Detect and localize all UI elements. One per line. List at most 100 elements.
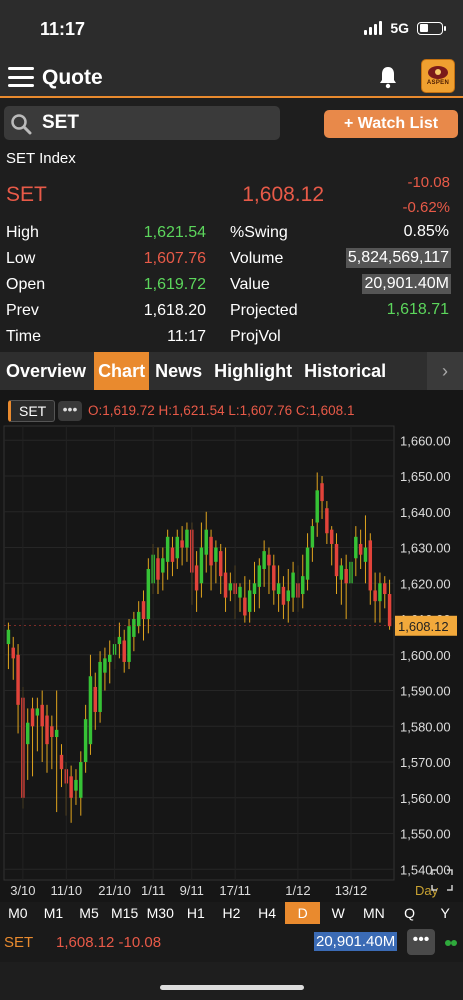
candle-body xyxy=(146,568,151,620)
label-low: Low xyxy=(6,250,36,267)
quote-row-low: Low 1,607.76 Volume 5,824,569,117 xyxy=(0,247,463,273)
value-high: 1,621.54 xyxy=(143,224,206,241)
candle-body xyxy=(127,626,131,662)
candle-body xyxy=(69,776,73,798)
ticker-value: 20,901.40M xyxy=(314,932,398,951)
timeframe-y[interactable]: Y xyxy=(427,902,463,924)
candle-body xyxy=(252,583,257,595)
tab-overview[interactable]: Overview xyxy=(2,352,90,390)
candle-body xyxy=(368,540,373,591)
plot-area xyxy=(3,425,395,881)
app-logo[interactable]: ASPEN xyxy=(421,59,455,93)
price-chart[interactable]: 1,660.00 1,650.00 1,640.00 1,630.00 1,620.00… xyxy=(0,390,463,902)
tab-highlight[interactable]: Highlight xyxy=(210,352,296,390)
value-value: 20,901.40M xyxy=(362,274,451,294)
value-projected: 1,618.71 xyxy=(386,301,449,318)
app-header: Quote ASPEN xyxy=(0,58,463,98)
timeframe-h1[interactable]: H1 xyxy=(178,902,214,924)
watch-list-button[interactable]: + Watch List xyxy=(324,110,458,138)
chart-symbol[interactable]: SET xyxy=(8,400,56,422)
value-projvol xyxy=(447,326,451,328)
network-label: 5G xyxy=(390,20,409,36)
candle-body xyxy=(79,762,83,798)
tab-historical[interactable]: Historical xyxy=(300,352,390,390)
home-indicator[interactable] xyxy=(160,985,304,990)
chevron-right-icon[interactable]: › xyxy=(427,352,463,390)
tab-chart[interactable]: Chart xyxy=(94,352,150,390)
timeframe-mn[interactable]: MN xyxy=(356,902,392,924)
x-tick-label: 1/12 xyxy=(285,883,310,898)
candle-body xyxy=(267,554,271,566)
candle-body xyxy=(98,661,102,712)
candle-body xyxy=(320,483,324,502)
search-box[interactable] xyxy=(4,106,280,140)
candle-body xyxy=(387,594,392,627)
y-tick-label: 1,600.00 xyxy=(400,648,451,663)
candle-body xyxy=(373,590,377,602)
candle-body xyxy=(185,529,189,548)
value-low: 1,607.76 xyxy=(143,250,206,267)
candle-body xyxy=(339,565,344,580)
candle-body xyxy=(315,490,319,523)
candle-body xyxy=(301,576,305,595)
timeframe-d[interactable]: D xyxy=(284,902,321,924)
candle-body xyxy=(228,583,233,591)
candle-body xyxy=(30,708,35,727)
candle-body xyxy=(334,543,339,577)
label-projected: Projected xyxy=(230,302,298,319)
x-tick-label: 17/11 xyxy=(219,883,251,898)
y-tick-label: 1,540.00 xyxy=(400,862,451,877)
label-high: High xyxy=(6,224,39,241)
y-tick-label: 1,560.00 xyxy=(400,791,451,806)
timeframe-w[interactable]: W xyxy=(320,902,356,924)
timeframe-m1[interactable]: M1 xyxy=(36,902,72,924)
status-icons: 5G xyxy=(364,20,446,36)
timeframe-m0[interactable]: M0 xyxy=(0,902,36,924)
candle-body xyxy=(136,611,141,627)
menu-icon[interactable] xyxy=(8,67,34,87)
x-tick-label: 11/10 xyxy=(51,883,83,898)
candle-body xyxy=(59,754,64,770)
timeframe-h4[interactable]: H4 xyxy=(249,902,285,924)
ticker-more-button[interactable]: ••• xyxy=(407,929,435,955)
timeframe-m30[interactable]: M30 xyxy=(142,902,178,924)
candle-body xyxy=(165,536,170,562)
y-tick-label: 1,650.00 xyxy=(400,469,451,484)
timeframe-m15[interactable]: M15 xyxy=(107,902,143,924)
timeframe-bar: M0 M1 M5 M15 M30 H1 H2 H4 D W MN Q Y xyxy=(0,902,463,924)
candle-body xyxy=(247,590,252,612)
ticker-symbol[interactable]: SET xyxy=(4,934,33,951)
candle-body xyxy=(180,540,184,548)
candle-body xyxy=(50,726,54,738)
timeframe-m5[interactable]: M5 xyxy=(71,902,107,924)
tab-news[interactable]: News xyxy=(151,352,206,390)
logo-text: ASPEN xyxy=(426,80,450,86)
label-projvol: ProjVol xyxy=(230,328,281,345)
y-tick-label: 1,590.00 xyxy=(400,684,451,699)
candle-body xyxy=(238,586,242,598)
candle-body xyxy=(83,719,88,763)
connection-status-icon xyxy=(445,940,457,946)
index-name: SET Index xyxy=(6,150,76,167)
bell-icon[interactable] xyxy=(378,65,398,89)
quote-row-open: Open 1,619.72 Value 20,901.40M xyxy=(0,273,463,299)
candle-body xyxy=(305,547,310,580)
candlestick-chart[interactable]: 1,660.00 1,650.00 1,640.00 1,630.00 1,620.00… xyxy=(0,390,463,902)
search-input[interactable] xyxy=(42,109,272,137)
quote-row-prev: Prev 1,618.20 Projected 1,618.71 xyxy=(0,299,463,325)
value-open: 1,619.72 xyxy=(143,276,206,293)
chart-more-button[interactable]: ••• xyxy=(58,401,82,421)
candle-body xyxy=(108,654,112,662)
y-tick-label: 1,550.00 xyxy=(400,827,451,842)
signal-icon xyxy=(364,21,383,35)
candle-body xyxy=(209,536,213,566)
search-icon xyxy=(11,114,32,135)
timeframe-h2[interactable]: H2 xyxy=(214,902,250,924)
x-tick-label: 3/10 xyxy=(10,883,35,898)
candle-body xyxy=(281,586,286,605)
y-tick-label: 1,570.00 xyxy=(400,755,451,770)
timeframe-q[interactable]: Q xyxy=(392,902,428,924)
value-swing: 0.85% xyxy=(403,223,449,240)
candle-body xyxy=(117,636,122,645)
status-time: 11:17 xyxy=(40,19,86,39)
